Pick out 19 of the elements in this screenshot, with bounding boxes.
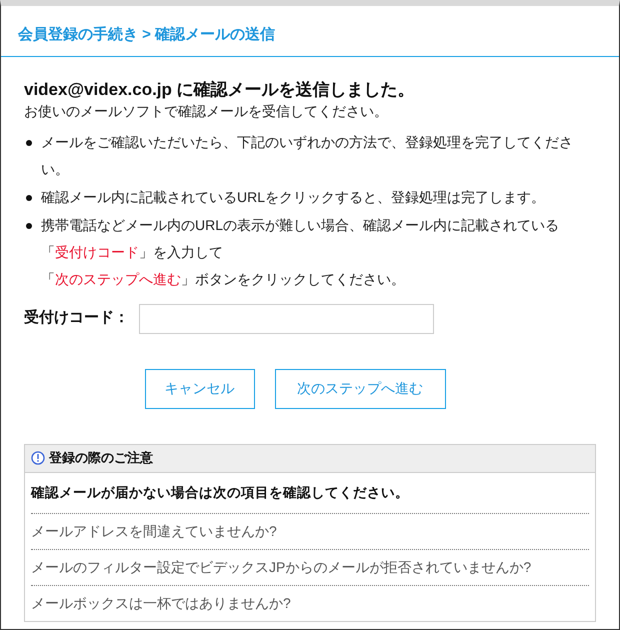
field-label: 受付けコード：	[24, 308, 130, 328]
page-title: 会員登録の手続き > 確認メールの送信	[18, 25, 276, 45]
bullet-icon	[26, 140, 32, 146]
notice-lead: 確認メールが届かない場合は次の項目を確認してください。	[31, 472, 589, 514]
code-input-field[interactable]	[139, 304, 434, 334]
notice-item: メールアドレスを間違えていませんか?	[31, 514, 589, 550]
info-icon	[31, 451, 45, 465]
instruction-text: 確認メール内に記載されているURLをクリックすると、登録処理は完了します。	[41, 188, 546, 206]
bullet-icon	[26, 222, 32, 228]
cancel-button[interactable]: キャンセル	[144, 368, 254, 408]
instruction-text: お使いのメールソフトで確認メールを受信してください。	[24, 102, 388, 120]
next-step-button[interactable]: 次のステップへ進む	[274, 368, 446, 408]
notice-item: メールボックスは一杯ではありませんか?	[31, 594, 292, 613]
confirmation-heading: videx@videx.co.jp に確認メールを送信しました。	[24, 78, 415, 100]
notice-item: メールのフィルター設定でビデックスJPからのメールが拒否されていませんか?	[31, 550, 589, 586]
bullet-icon	[26, 194, 32, 200]
instruction-text: メールをご確認いただいたら、下記のいずれかの方法で、登録処理を完了してください。	[41, 132, 574, 178]
instruction-text: 携帯電話などメール内のURLの表示が難しい場合、確認メール内に記載されている 「受付けコード」を入力して 「次のステップへ進む」ボタンをクリックしてください。	[41, 216, 560, 288]
notice-title: 登録の際のご注意	[49, 449, 153, 468]
